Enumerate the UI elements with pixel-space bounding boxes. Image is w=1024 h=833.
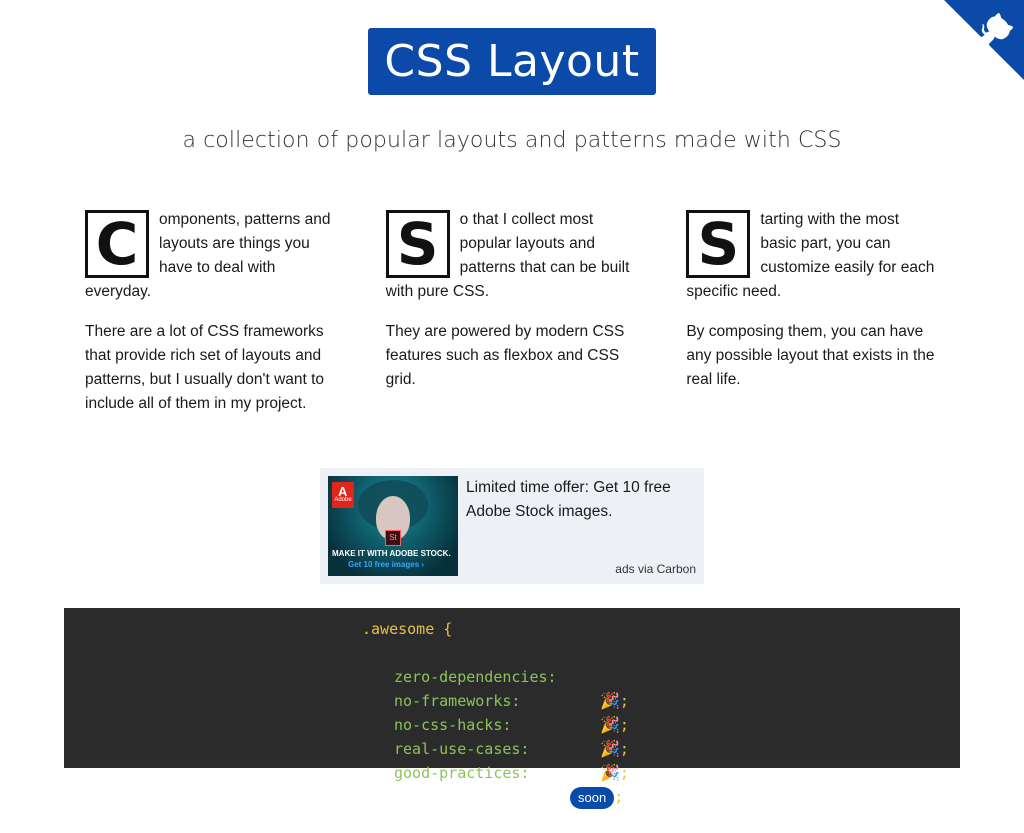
intro-lead: Starting with the most basic part, you c… xyxy=(686,208,939,304)
adobe-stock-icon: St xyxy=(385,530,401,546)
code-block: .awesome { zero-dependencies: 🎉; no-fram… xyxy=(64,608,960,809)
ad-image-slogan: MAKE IT WITH ADOBE STOCK. xyxy=(332,549,451,558)
code-property: real-use-cases: xyxy=(394,740,530,758)
code-line: no-frameworks: 🎉; xyxy=(362,665,629,734)
code-line: zero-dependencies: 🎉; xyxy=(362,641,629,710)
party-popper-icon: 🎉 xyxy=(600,763,620,782)
intro-lead: Components, patterns and layouts are thi… xyxy=(85,208,338,304)
ad-text-link[interactable]: Limited time offer: Get 10 free Adobe St… xyxy=(466,476,696,524)
party-popper-icon: 🎉 xyxy=(600,691,620,710)
code-line-selector: .awesome { xyxy=(362,620,453,638)
github-corner-link[interactable] xyxy=(944,0,1024,80)
drop-cap: C xyxy=(85,210,149,278)
carbon-ad: A Adobe St MAKE IT WITH ADOBE STOCK. Get … xyxy=(320,468,704,584)
party-popper-icon: 🎉 xyxy=(600,715,620,734)
intro-body: There are a lot of CSS frameworks that p… xyxy=(85,323,325,412)
github-octocat-icon xyxy=(944,0,1024,80)
drop-cap: S xyxy=(686,210,751,278)
party-popper-icon: 🎉 xyxy=(600,739,620,758)
code-property: no-css-hacks: xyxy=(394,716,512,734)
intro-column: Components, patterns and layouts are thi… xyxy=(85,208,338,432)
ads-via-carbon-link[interactable]: ads via Carbon xyxy=(615,562,696,576)
hero: CSS Layout a collection of popular layou… xyxy=(0,0,1024,153)
ad-image[interactable]: A Adobe St MAKE IT WITH ADOBE STOCK. Get … xyxy=(328,476,458,576)
intro-column: Starting with the most basic part, you c… xyxy=(686,208,939,432)
code-line: no-css-hacks: 🎉; xyxy=(362,689,629,758)
site-logo[interactable]: CSS Layout xyxy=(368,28,656,95)
code-line: good-practices: soon; xyxy=(362,737,623,809)
code-property: zero-dependencies: xyxy=(394,668,557,686)
code-property: good-practices: xyxy=(394,764,530,782)
intro-column: So that I collect most popular layouts a… xyxy=(385,208,639,432)
tagline: a collection of popular layouts and patt… xyxy=(182,128,842,153)
drop-cap: S xyxy=(385,210,450,278)
code-property: no-frameworks: xyxy=(394,692,521,710)
ad-image-cta: Get 10 free images › xyxy=(348,560,425,569)
adobe-logo-icon: A Adobe xyxy=(332,482,354,508)
intro-columns: Components, patterns and layouts are thi… xyxy=(85,208,939,432)
intro-lead: So that I collect most popular layouts a… xyxy=(385,208,639,304)
code-line: real-use-cases: 🎉; xyxy=(362,713,629,782)
intro-body: By composing them, you can have any poss… xyxy=(686,323,935,388)
soon-badge: soon xyxy=(570,787,615,809)
intro-body: They are powered by modern CSS features … xyxy=(385,323,625,388)
